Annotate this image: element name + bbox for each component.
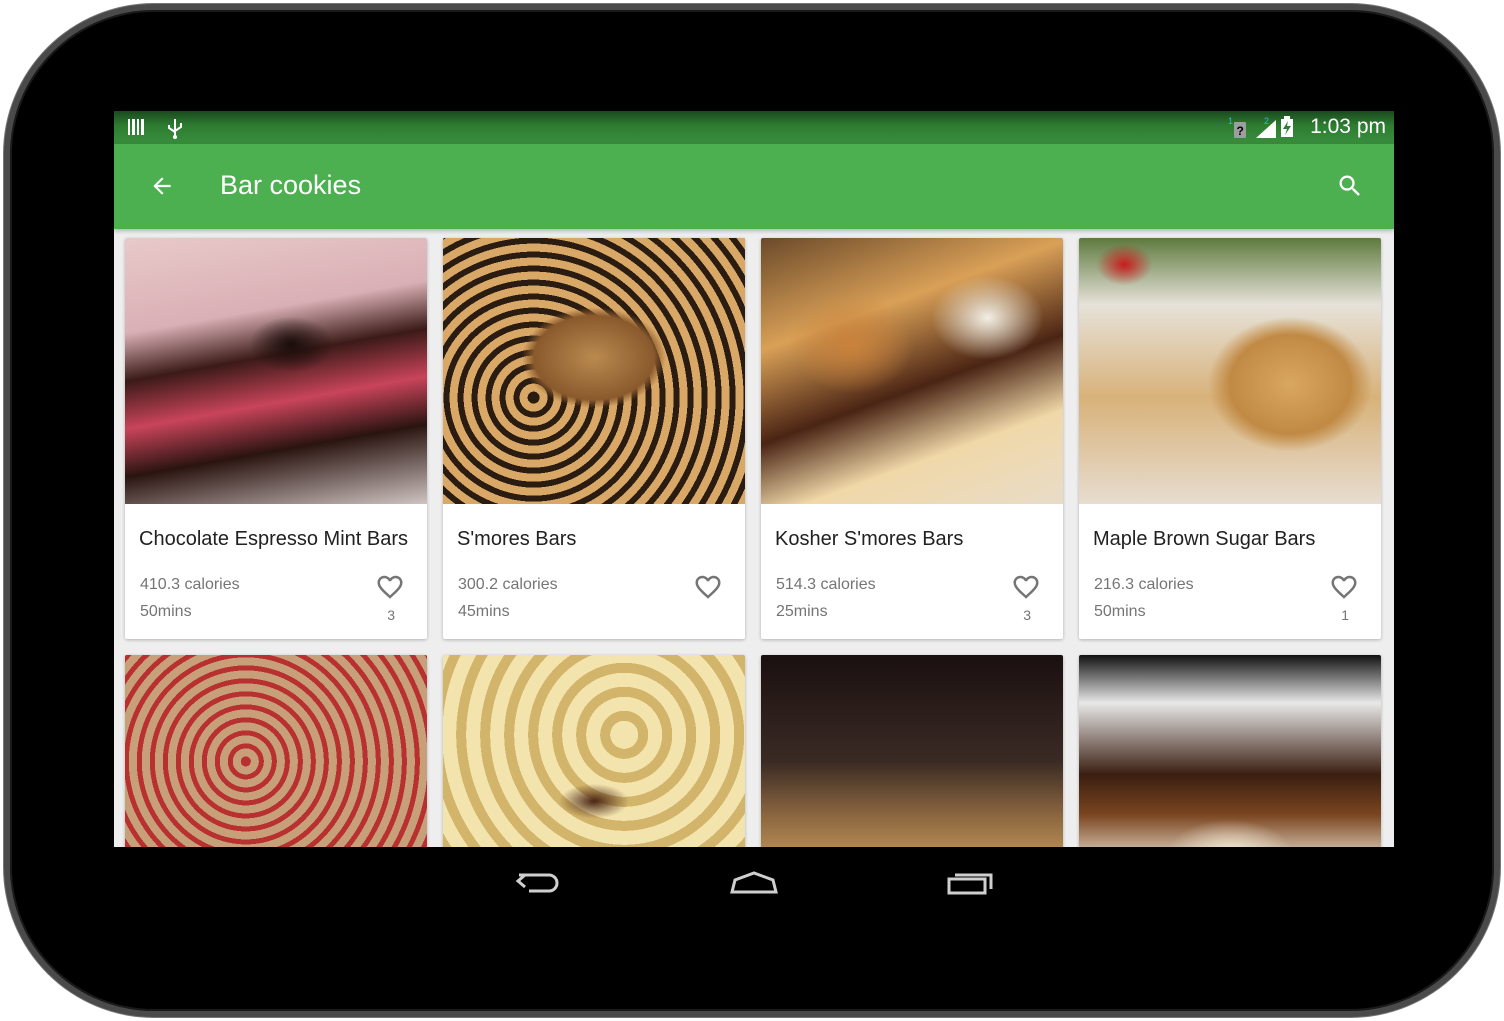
nav-recents-icon [947,873,993,895]
heart-outline-icon [1013,575,1039,599]
recipe-photo [443,655,745,847]
recipe-card[interactable] [761,655,1063,847]
recipe-time: 50mins [140,603,192,620]
screen: 1? 2 1:03 pm Bar cookies Chocolate Espre… [114,111,1394,847]
recipe-name: Kosher S'mores Bars [775,528,964,550]
heart-outline-icon [377,575,403,599]
sim-unknown-icon: 1? [1228,116,1248,138]
recipe-calories: 300.2 calories [458,576,558,593]
recipe-photo [761,655,1063,847]
recipe-name: Chocolate Espresso Mint Bars [139,528,409,550]
recipe-name: S'mores Bars [457,528,577,550]
recipe-photo [1079,238,1381,504]
usb-icon [166,117,186,139]
favorite-button[interactable] [1011,572,1041,602]
recipe-card[interactable] [1079,655,1381,847]
favorite-count: 1 [1341,607,1349,623]
navigation-bar [114,847,1394,919]
favorite-count: 3 [1023,607,1031,623]
svg-text:2: 2 [1264,116,1269,126]
nav-home-icon [730,871,778,894]
svg-text:?: ? [1237,124,1244,138]
recipe-card[interactable]: Chocolate Espresso Mint Bars 410.3 calor… [125,238,427,639]
signal-icon: 2 [1254,116,1277,138]
app-bar: Bar cookies [114,144,1394,229]
recipe-photo [761,238,1063,504]
barcode-icon [128,117,148,139]
arrow-back-icon [153,177,171,195]
recipe-name: Maple Brown Sugar Bars [1093,528,1316,550]
recipe-photo [125,655,427,847]
search-icon [1339,175,1360,196]
recipe-calories: 216.3 calories [1094,576,1194,593]
status-bar: 1? 2 1:03 pm [114,111,1394,144]
recipe-photo [1079,655,1381,847]
page-title: Bar cookies [220,170,362,200]
recipe-card[interactable]: Maple Brown Sugar Bars 216.3 calories 50… [1079,238,1381,639]
recipe-time: 50mins [1094,603,1146,620]
battery-charging-icon [1280,116,1300,138]
nav-recents-button[interactable] [940,863,1000,903]
recipe-photo [125,238,427,504]
status-time: 1:03 pm [1310,115,1386,138]
recipe-photo [443,238,745,504]
svg-text:1: 1 [1228,116,1233,126]
search-button[interactable] [1332,168,1368,204]
favorite-count: 3 [387,607,395,623]
recipe-calories: 410.3 calories [140,576,240,593]
recipe-card[interactable]: Kosher S'mores Bars 514.3 calories 25min… [761,238,1063,639]
recipe-grid: Chocolate Espresso Mint Bars 410.3 calor… [125,238,1385,847]
nav-back-icon [515,873,559,893]
recipe-time: 25mins [776,603,828,620]
recipe-card[interactable] [125,655,427,847]
nav-home-button[interactable] [724,863,784,903]
recipe-card[interactable] [443,655,745,847]
favorite-button[interactable] [1329,572,1359,602]
recipe-time: 45mins [458,603,510,620]
nav-back-button[interactable] [508,863,568,903]
heart-outline-icon [695,575,721,599]
back-button[interactable] [144,168,180,204]
favorite-button[interactable] [693,572,723,602]
favorite-button[interactable] [375,572,405,602]
recipe-calories: 514.3 calories [776,576,876,593]
heart-outline-icon [1331,575,1357,599]
recipe-card[interactable]: S'mores Bars 300.2 calories 45mins [443,238,745,639]
